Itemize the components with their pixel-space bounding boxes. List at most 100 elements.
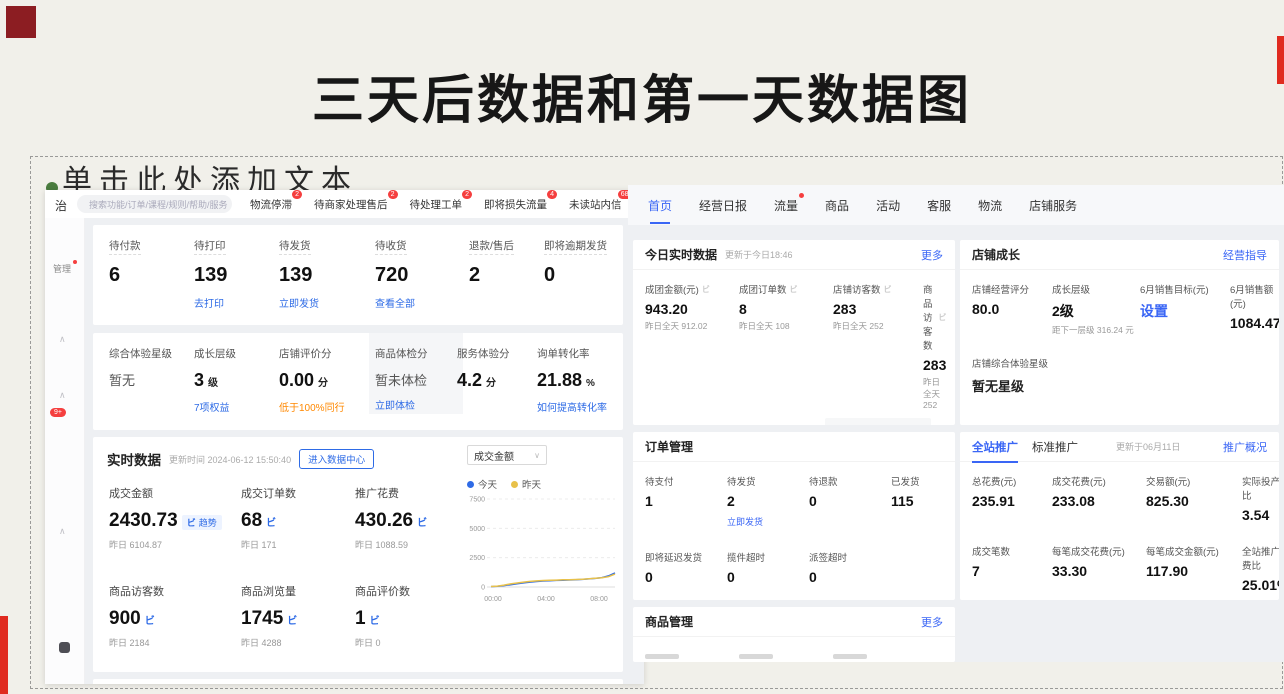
nav-item[interactable]: 未读站内信 68: [569, 197, 622, 212]
sidebar-red-dot: [73, 260, 77, 264]
more-link[interactable]: 更多: [921, 614, 943, 630]
stat-cell: 店铺访客数ビ 283 昨日全天 252: [833, 282, 923, 410]
stat-link[interactable]: 立即体检: [375, 397, 415, 412]
trend-chart-icon[interactable]: ビ: [287, 612, 297, 627]
left-nav-items: 物流停滞 2 待商家处理售后 2 待处理工单 2 即将损失流量: [250, 190, 622, 218]
stat-label: 店铺评价分: [279, 348, 332, 360]
stat-label: 待发货: [279, 238, 311, 255]
stat-value: 2: [727, 493, 809, 509]
nav-tab[interactable]: 活动: [876, 197, 900, 214]
stat-value: 0: [544, 264, 555, 287]
stat-label: 成交订单数: [241, 488, 296, 500]
trend-chart-icon[interactable]: ビ: [417, 514, 427, 529]
stat-link[interactable]: 7项权益: [194, 399, 230, 414]
stat-link[interactable]: 如何提高转化率: [537, 399, 607, 414]
trend-chart-icon[interactable]: ビ: [938, 312, 946, 323]
legend-today[interactable]: 今天: [467, 477, 497, 491]
data-center-button[interactable]: 进入数据中心: [299, 449, 374, 469]
chevron-down-icon: ∨: [534, 451, 540, 460]
stat-cell: 成交笔数 7: [972, 544, 1052, 596]
nav-tab[interactable]: 店铺服务: [1029, 197, 1077, 214]
clipped-row: [645, 654, 867, 659]
trend-chart-icon[interactable]: ビ: [790, 284, 798, 295]
trend-chart-icon[interactable]: ビ: [884, 284, 892, 295]
mini-chart-block: 成交金额 ∨ 今天 昨天 025005000750000:0004:0: [467, 445, 619, 668]
stat-value: 3.54: [1242, 507, 1279, 523]
nav-tab[interactable]: 经营日报: [699, 197, 747, 214]
chevron-up-icon[interactable]: ∧: [59, 526, 66, 537]
stat-sub: 昨日 0: [355, 636, 475, 649]
stat-cell: 实际投产比 3.54: [1242, 474, 1279, 526]
stat-value: 283: [923, 357, 946, 373]
svg-text:00:00: 00:00: [484, 596, 502, 603]
guidance-link[interactable]: 经营指导: [1223, 247, 1267, 263]
shop-growth-card: 店铺成长 经营指导 店铺经营评分 80.0 成长层级 2级: [960, 240, 1279, 425]
svg-text:5000: 5000: [469, 526, 485, 533]
nav-item[interactable]: 物流停滞 2: [250, 197, 292, 212]
stat-link[interactable]: 去打印: [194, 295, 224, 310]
nav-tab[interactable]: 物流: [978, 197, 1002, 214]
nav-tab[interactable]: 流量: [774, 197, 798, 214]
search-input[interactable]: 搜索功能/订单/课程/规则/帮助/服务: [77, 195, 232, 213]
nav-tab[interactable]: 首页: [648, 197, 672, 214]
stat-value: 235.91: [972, 493, 1052, 509]
legend-yesterday[interactable]: 昨天: [511, 477, 541, 491]
realtime-updated: 更新时间 2024-06-12 15:50:40: [169, 453, 291, 466]
realtime-title: 实时数据: [107, 449, 161, 469]
stat-sub: 昨日 1088.59: [355, 538, 475, 551]
sidebar-item-label[interactable]: 管理: [53, 262, 71, 275]
tab-standard-promo[interactable]: 标准推广: [1032, 439, 1078, 455]
chevron-up-icon[interactable]: ∧: [59, 334, 66, 345]
stat-value: 33.30: [1052, 563, 1146, 579]
trend-chart-icon[interactable]: ビ: [145, 612, 155, 627]
nav-tab[interactable]: 商品: [825, 197, 849, 214]
chart-metric-select[interactable]: 成交金额 ∨: [467, 445, 547, 465]
stat-value: 3: [194, 370, 204, 391]
stat-label: 即将逾期发货: [544, 238, 607, 255]
stat-link[interactable]: 立即发货: [727, 515, 763, 528]
stat-value: 943.20: [645, 301, 739, 317]
stat-cell: 商品浏览量 1745 ビ 昨日 4288: [241, 583, 355, 649]
stat-label: 商品访客数: [109, 586, 164, 598]
clipped-text-strip: [645, 654, 679, 659]
stat-cell: 成交花费(元) 233.08: [1052, 474, 1146, 526]
stat-cell: 成团订单数ビ 8 昨日全天 108: [739, 282, 833, 410]
promo-overview-link[interactable]: 推广概况: [1223, 439, 1267, 455]
stat-cell: 待收货 720 查看全部: [375, 238, 469, 310]
stat-label: 6月销售目标(元): [1140, 282, 1230, 296]
stat-value: 0.00: [279, 370, 314, 391]
stat-value: 8: [739, 301, 833, 317]
chevron-up-icon[interactable]: ∧: [59, 390, 66, 401]
stat-value: 1: [645, 493, 727, 509]
stat-value: 暂无: [109, 370, 135, 389]
stat-cell: 成长层级 3 级 7项权益: [194, 346, 279, 414]
stat-label: 待收货: [375, 238, 407, 255]
nav-tab[interactable]: 客服: [927, 197, 951, 214]
nav-tab-label: 经营日报: [699, 199, 747, 213]
left-corner-text: 治: [55, 197, 67, 214]
tab-sitewide-promo[interactable]: 全站推广: [972, 439, 1018, 455]
trend-chart-icon[interactable]: ビ: [702, 284, 710, 295]
stat-label: 即将延迟发货: [645, 550, 727, 564]
stat-cell: 商品访客数ビ 283 昨日全天 252: [923, 282, 946, 410]
nav-item[interactable]: 即将损失流量 4: [484, 197, 547, 212]
stat-link[interactable]: 查看全部: [375, 295, 415, 310]
stat-label: 询单转化率: [537, 348, 590, 360]
star-value: 暂无星级: [972, 376, 1267, 395]
stat-value: 1084.47: [1230, 315, 1279, 331]
trend-badge[interactable]: ビ趋势: [182, 515, 222, 530]
nav-item[interactable]: 待商家处理售后 2: [314, 197, 388, 212]
trend-chart-icon[interactable]: ビ: [370, 612, 380, 627]
realtime-data-card: 实时数据 更新时间 2024-06-12 15:50:40 进入数据中心 成交金…: [93, 437, 623, 672]
more-link[interactable]: 更多: [921, 247, 943, 263]
nav-item[interactable]: 待处理工单 2: [410, 197, 463, 212]
goods-management-card: 商品管理 更多: [633, 607, 955, 662]
stat-link[interactable]: 低于100%同行: [279, 399, 345, 414]
stat-link[interactable]: 立即发货: [279, 295, 319, 310]
star-rating-block: 店铺综合体验星级 暂无星级: [960, 356, 1279, 395]
stat-label: 每笔成交花费(元): [1052, 544, 1146, 558]
stat-cell: 商品体检分 暂未体检 立即体检: [369, 333, 463, 414]
sidebar-app-icon[interactable]: [59, 642, 70, 653]
stat-sub: 昨日 6104.87: [109, 538, 241, 551]
trend-chart-icon[interactable]: ビ: [266, 514, 276, 529]
